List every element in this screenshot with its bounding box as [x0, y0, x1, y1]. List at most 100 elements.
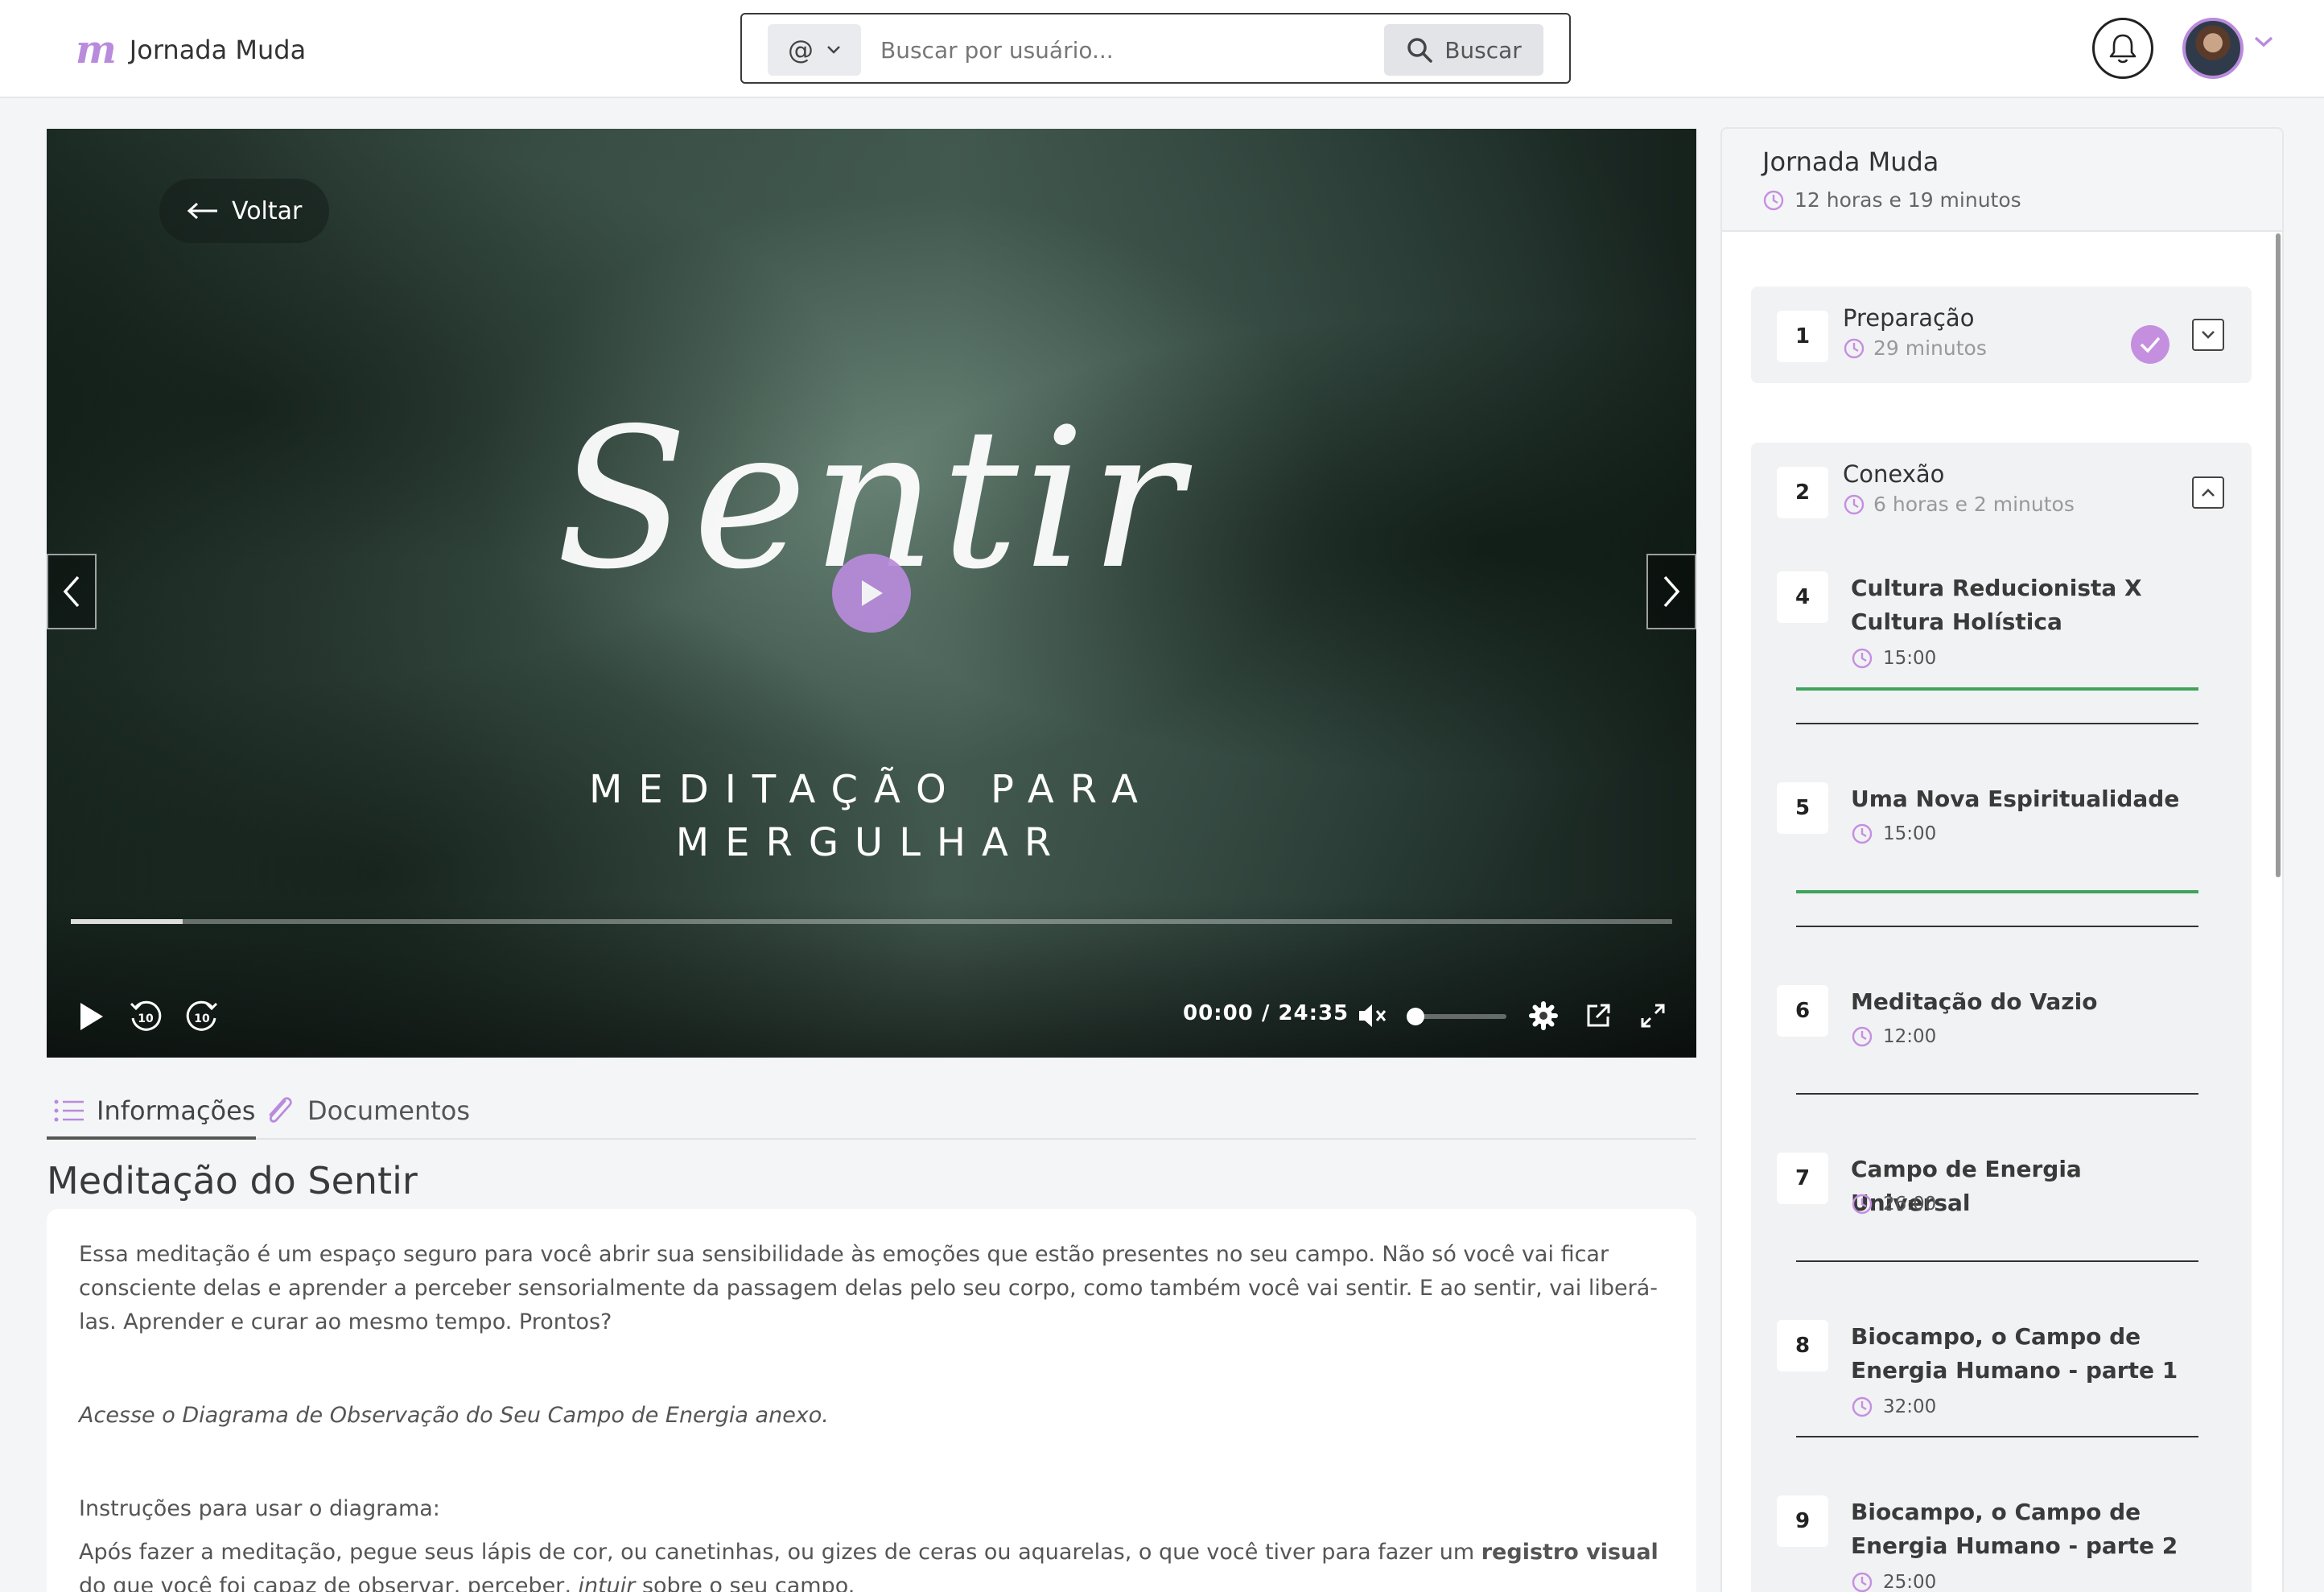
mute-icon — [1359, 1004, 1387, 1027]
lesson-duration: 12:00 — [1851, 1025, 1936, 1048]
play-icon — [862, 580, 883, 606]
back-button[interactable]: Voltar — [159, 179, 330, 243]
content-tabs: Informações Documentos — [47, 1082, 1696, 1140]
lesson-duration: 26:00 — [1851, 1193, 1936, 1215]
previous-lesson-button[interactable] — [47, 554, 97, 629]
lesson-duration-text: 26:00 — [1883, 1194, 1937, 1215]
clock-icon — [1852, 1396, 1873, 1417]
center-play-button[interactable] — [832, 554, 911, 633]
lesson-item[interactable]: 5 Uma Nova Espiritualidade 15:00 — [1777, 782, 2227, 943]
search-button[interactable]: Buscar — [1384, 24, 1543, 76]
lesson-item[interactable]: 6 Meditação do Vazio 12:00 — [1777, 985, 2227, 1130]
search-prefix-label: @ — [788, 35, 814, 65]
popout-button[interactable] — [1580, 998, 1616, 1033]
lesson-divider — [1796, 1260, 2198, 1262]
lesson-item[interactable]: 8 Biocampo, o Campo de Energia Humano - … — [1777, 1320, 2227, 1465]
lesson-duration: 32:00 — [1851, 1396, 1936, 1418]
lesson-duration: 25:00 — [1851, 1571, 1936, 1592]
paragraph-italic-text: intuir — [578, 1573, 636, 1592]
paperclip-icon — [269, 1097, 292, 1123]
brand-logo[interactable]: m Jornada Muda — [76, 31, 306, 69]
lesson-duration: 15:00 — [1851, 647, 1936, 670]
module-item[interactable]: 1 Preparação 29 minutos — [1751, 287, 2252, 383]
next-lesson-button[interactable] — [1646, 554, 1696, 629]
popout-icon — [1587, 1004, 1610, 1027]
description-paragraph: Após fazer a meditação, pegue seus lápis… — [79, 1536, 1664, 1592]
lesson-item-title: Cultura Reducionista X Cultura Holística — [1851, 575, 2142, 635]
module-duration-text: 29 minutos — [1873, 336, 1987, 360]
brand-name: Jornada Muda — [129, 35, 307, 65]
video-progress-bar[interactable] — [71, 919, 1672, 924]
logo-m-icon: m — [76, 27, 117, 72]
lesson-item-title: Biocampo, o Campo de Energia Humano - pa… — [1851, 1499, 2178, 1559]
lesson-watched-bar — [1796, 687, 2198, 691]
video-subtitle: MEDITAÇÃO PARA MERGULHAR — [47, 763, 1696, 869]
module-collapse-button[interactable] — [2192, 476, 2224, 509]
arrow-left-icon — [187, 202, 217, 220]
active-tab-indicator — [47, 1136, 256, 1140]
lesson-number: 6 — [1777, 985, 1828, 1037]
clock-icon — [1852, 1194, 1873, 1215]
search-input[interactable] — [880, 24, 1299, 76]
course-sidebar: Jornada Muda 12 horas e 19 minutos 1 Pre… — [1720, 127, 2284, 1592]
lesson-item[interactable]: 4 Cultura Reducionista X Cultura Holísti… — [1777, 571, 2227, 732]
module-number: 2 — [1777, 467, 1828, 518]
module-duration: 6 horas e 2 minutos — [1843, 493, 2075, 516]
lesson-duration-text: 25:00 — [1883, 1572, 1937, 1592]
fullscreen-icon — [1641, 1004, 1665, 1028]
user-avatar[interactable] — [2182, 18, 2244, 79]
module-item[interactable]: 2 Conexão 6 horas e 2 minutos 4 Cultura … — [1751, 443, 2252, 1592]
clock-icon — [1763, 190, 1784, 210]
notifications-button[interactable] — [2092, 18, 2153, 79]
play-icon — [80, 1003, 103, 1030]
search-icon — [1407, 38, 1432, 63]
volume-knob[interactable] — [1407, 1008, 1424, 1025]
completed-check-icon — [2131, 325, 2169, 364]
lesson-description: Essa meditação é um espaço seguro para v… — [47, 1209, 1696, 1592]
chevron-right-icon — [1663, 575, 1680, 608]
module-duration-text: 6 horas e 2 minutos — [1873, 493, 2075, 516]
back-button-label: Voltar — [232, 196, 303, 225]
tab-informacoes[interactable]: Informações — [53, 1088, 255, 1133]
volume-slider[interactable] — [1407, 1008, 1506, 1025]
fullscreen-button[interactable] — [1635, 998, 1671, 1033]
bell-icon — [2109, 34, 2137, 64]
lesson-item-title: Biocampo, o Campo de Energia Humano - pa… — [1851, 1323, 2178, 1384]
clock-icon — [1852, 648, 1873, 669]
chevron-up-icon — [2202, 489, 2215, 497]
lesson-item[interactable]: 9 Biocampo, o Campo de Energia Humano - … — [1777, 1495, 2227, 1592]
lesson-number: 4 — [1777, 571, 1828, 623]
rewind-10-button[interactable]: 10 — [126, 996, 166, 1037]
lesson-divider — [1796, 1436, 2198, 1437]
lesson-item[interactable]: 7 Campo de Energia Universal 26:00 — [1777, 1153, 2227, 1297]
check-icon — [2140, 336, 2161, 353]
total-duration: 24:35 — [1278, 1001, 1349, 1025]
lesson-duration-text: 32:00 — [1883, 1396, 1937, 1417]
paragraph-text: sobre o seu campo. — [635, 1573, 855, 1592]
play-button[interactable] — [71, 996, 111, 1037]
chevron-down-icon[interactable] — [2253, 35, 2274, 48]
lesson-duration-text: 15:00 — [1883, 648, 1937, 669]
video-player[interactable]: Voltar Sentir MEDITAÇÃO PARA MERGULHAR 1… — [47, 129, 1696, 1058]
module-number: 1 — [1777, 311, 1828, 362]
tab-informacoes-label: Informações — [97, 1095, 256, 1126]
chevron-down-icon — [2202, 331, 2215, 339]
search-prefix-select[interactable]: @ — [768, 24, 861, 76]
settings-button[interactable] — [1526, 998, 1561, 1033]
paragraph-text: do que você foi capaz de observar, perce… — [79, 1573, 579, 1592]
lesson-divider — [1796, 926, 2198, 927]
clock-icon — [1852, 823, 1873, 844]
paragraph-text: Após fazer a meditação, pegue seus lápis… — [79, 1540, 1481, 1565]
tab-documentos[interactable]: Documentos — [264, 1088, 470, 1133]
lesson-item-title: Uma Nova Espiritualidade — [1851, 786, 2180, 812]
forward-10-button[interactable]: 10 — [182, 996, 222, 1037]
user-search-bar: @ Buscar — [740, 13, 1571, 84]
lesson-number: 7 — [1777, 1153, 1828, 1204]
mute-button[interactable] — [1355, 998, 1391, 1033]
lesson-number: 9 — [1777, 1495, 1828, 1547]
module-duration: 29 minutos — [1843, 336, 1987, 360]
sidebar-scrollbar[interactable] — [2276, 233, 2281, 877]
lesson-number: 8 — [1777, 1320, 1828, 1371]
lesson-divider — [1796, 1093, 2198, 1095]
module-expand-button[interactable] — [2192, 319, 2224, 351]
